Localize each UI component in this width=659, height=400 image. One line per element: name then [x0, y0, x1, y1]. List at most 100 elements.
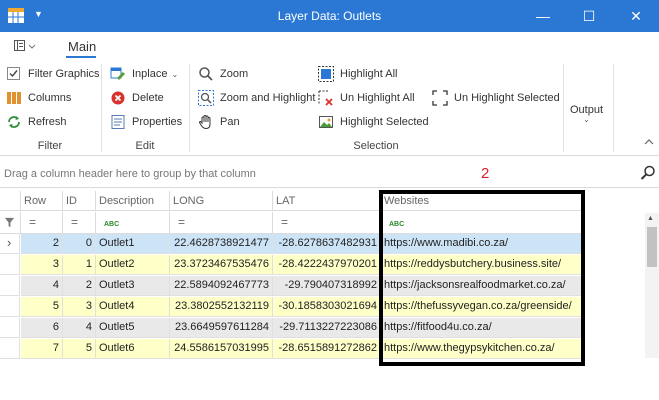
- hand-pan-icon: [198, 114, 211, 130]
- filter-cell-websites[interactable]: ABC: [381, 212, 583, 234]
- column-header-websites[interactable]: Websites: [381, 191, 583, 211]
- filter-cell-long[interactable]: =: [170, 212, 273, 234]
- cell-long[interactable]: 22.5894092467773: [170, 276, 273, 296]
- inplace-label: Inplace: [132, 68, 168, 80]
- close-button[interactable]: ✕: [613, 0, 659, 32]
- chevron-down-icon: ⌄: [171, 69, 179, 79]
- filter-cell-row[interactable]: =: [21, 212, 63, 234]
- table-row[interactable]: 4 2 Outlet3 22.5894092467773 -29.79040731899…: [0, 276, 645, 296]
- cell-description[interactable]: Outlet1: [96, 234, 170, 254]
- un-highlight-all-button[interactable]: Un Highlight All: [318, 88, 415, 108]
- columns-button[interactable]: Columns: [6, 88, 71, 108]
- highlight-selected-button[interactable]: Highlight Selected: [318, 112, 429, 132]
- ribbon-tab-bar: Main: [0, 32, 659, 58]
- cell-row[interactable]: 3: [21, 255, 63, 275]
- row-indicator[interactable]: [0, 318, 20, 338]
- filter-group-label: Filter: [37, 140, 63, 152]
- quick-access-menu-icon[interactable]: [14, 40, 36, 52]
- cell-lat[interactable]: -28.6515891272862: [273, 339, 381, 359]
- chevron-down-icon: ⌄: [583, 115, 590, 124]
- cell-row[interactable]: 5: [21, 297, 63, 317]
- zoom-label: Zoom: [220, 68, 249, 80]
- filter-cell-lat[interactable]: =: [273, 212, 381, 234]
- cell-description[interactable]: Outlet5: [96, 318, 170, 338]
- cell-id[interactable]: 4: [63, 318, 96, 338]
- highlight-all-button[interactable]: Highlight All: [318, 64, 397, 84]
- columns-icon: [7, 92, 21, 104]
- cell-row[interactable]: 7: [21, 339, 63, 359]
- properties-button[interactable]: Properties: [110, 112, 182, 132]
- zoom-button[interactable]: Zoom: [198, 64, 248, 84]
- cell-long[interactable]: 23.6649597611284: [170, 318, 273, 338]
- cell-id[interactable]: 2: [63, 276, 96, 296]
- cell-description[interactable]: Outlet6: [96, 339, 170, 359]
- table-row[interactable]: › 2 0 Outlet1 22.4628738921477 -28.6278637482…: [0, 234, 645, 254]
- filter-graphics-button[interactable]: Filter Graphics: [6, 64, 100, 84]
- column-header-row[interactable]: Row: [21, 191, 63, 211]
- un-highlight-selected-button[interactable]: Un Highlight Selected: [432, 88, 560, 108]
- tab-main[interactable]: Main: [68, 39, 96, 54]
- scrollbar-thumb[interactable]: [647, 227, 657, 267]
- scroll-up-arrow-icon[interactable]: ▲: [647, 215, 654, 222]
- table-row[interactable]: 3 1 Outlet2 23.3723467535476 -28.42224379702…: [0, 255, 645, 275]
- cell-website[interactable]: https://www.thegypsykitchen.co.za/: [381, 339, 583, 359]
- column-header-long[interactable]: LONG: [170, 191, 273, 211]
- cell-row[interactable]: 2: [21, 234, 63, 254]
- group-separator: [189, 64, 190, 152]
- output-dropdown[interactable]: Output ⌄: [570, 104, 603, 134]
- row-indicator[interactable]: [0, 276, 20, 296]
- columns-label: Columns: [28, 92, 72, 104]
- cell-row[interactable]: 6: [21, 318, 63, 338]
- cell-description[interactable]: Outlet4: [96, 297, 170, 317]
- minimize-button[interactable]: —: [520, 0, 566, 32]
- inplace-dropdown[interactable]: Inplace ⌄: [110, 64, 178, 84]
- cell-row[interactable]: 4: [21, 276, 63, 296]
- pan-label: Pan: [220, 116, 240, 128]
- pan-button[interactable]: Pan: [198, 112, 240, 132]
- row-indicator[interactable]: [0, 339, 20, 359]
- cell-long[interactable]: 22.4628738921477: [170, 234, 273, 254]
- cell-id[interactable]: 1: [63, 255, 96, 275]
- row-indicator[interactable]: ›: [0, 234, 20, 254]
- cell-lat[interactable]: -28.4222437970201: [273, 255, 381, 275]
- table-row[interactable]: 5 3 Outlet4 23.3802552132119 -30.18583030216…: [0, 297, 645, 317]
- cell-lat[interactable]: -29.790407318992: [273, 276, 381, 296]
- cell-website[interactable]: https://thefussyvegan.co.za/greenside/: [381, 297, 583, 317]
- cell-lat[interactable]: -30.1858303021694: [273, 297, 381, 317]
- zoom-and-highlight-button[interactable]: Zoom and Highlight: [198, 88, 315, 108]
- maximize-button[interactable]: ☐: [566, 0, 612, 32]
- collapse-ribbon-chevron-icon[interactable]: [644, 138, 654, 146]
- cell-website[interactable]: https://www.madibi.co.za/: [381, 234, 583, 254]
- cell-description[interactable]: Outlet3: [96, 276, 170, 296]
- cell-long[interactable]: 23.3723467535476: [170, 255, 273, 275]
- column-header-lat[interactable]: LAT: [273, 191, 381, 211]
- cell-description[interactable]: Outlet2: [96, 255, 170, 275]
- cell-id[interactable]: 5: [63, 339, 96, 359]
- column-header-description[interactable]: Description: [96, 191, 170, 211]
- cell-id[interactable]: 0: [63, 234, 96, 254]
- delete-icon: [111, 91, 125, 105]
- row-indicator[interactable]: [0, 255, 20, 275]
- vertical-scrollbar[interactable]: ▲: [645, 213, 659, 358]
- cell-lat[interactable]: -28.6278637482931: [273, 234, 381, 254]
- cell-website[interactable]: https://reddysbutchery.business.site/: [381, 255, 583, 275]
- cell-long[interactable]: 23.3802552132119: [170, 297, 273, 317]
- cell-lat[interactable]: -29.7113227223086: [273, 318, 381, 338]
- table-row[interactable]: 6 4 Outlet5 23.6649597611284 -29.71132272230…: [0, 318, 645, 338]
- column-header-id[interactable]: ID: [63, 191, 96, 211]
- cell-website[interactable]: https://jacksonsrealfoodmarket.co.za/: [381, 276, 583, 296]
- group-by-panel[interactable]: Drag a column header here to group by th…: [0, 160, 659, 188]
- checkbox-checked-icon[interactable]: [6, 66, 22, 82]
- row-indicator[interactable]: [0, 297, 20, 317]
- cell-long[interactable]: 24.5586157031995: [170, 339, 273, 359]
- cell-id[interactable]: 3: [63, 297, 96, 317]
- text-filter-icon: ABC: [104, 221, 120, 228]
- cell-website[interactable]: https://fitfood4u.co.za/: [381, 318, 583, 338]
- delete-button[interactable]: Delete: [110, 88, 164, 108]
- filter-cell-id[interactable]: =: [63, 212, 96, 234]
- filter-cell-description[interactable]: ABC: [96, 212, 170, 234]
- refresh-button[interactable]: Refresh: [6, 112, 67, 132]
- table-row[interactable]: 7 5 Outlet6 24.5586157031995 -28.65158912728…: [0, 339, 645, 359]
- highlight-selected-icon: [319, 116, 333, 128]
- search-icon[interactable]: [640, 165, 656, 181]
